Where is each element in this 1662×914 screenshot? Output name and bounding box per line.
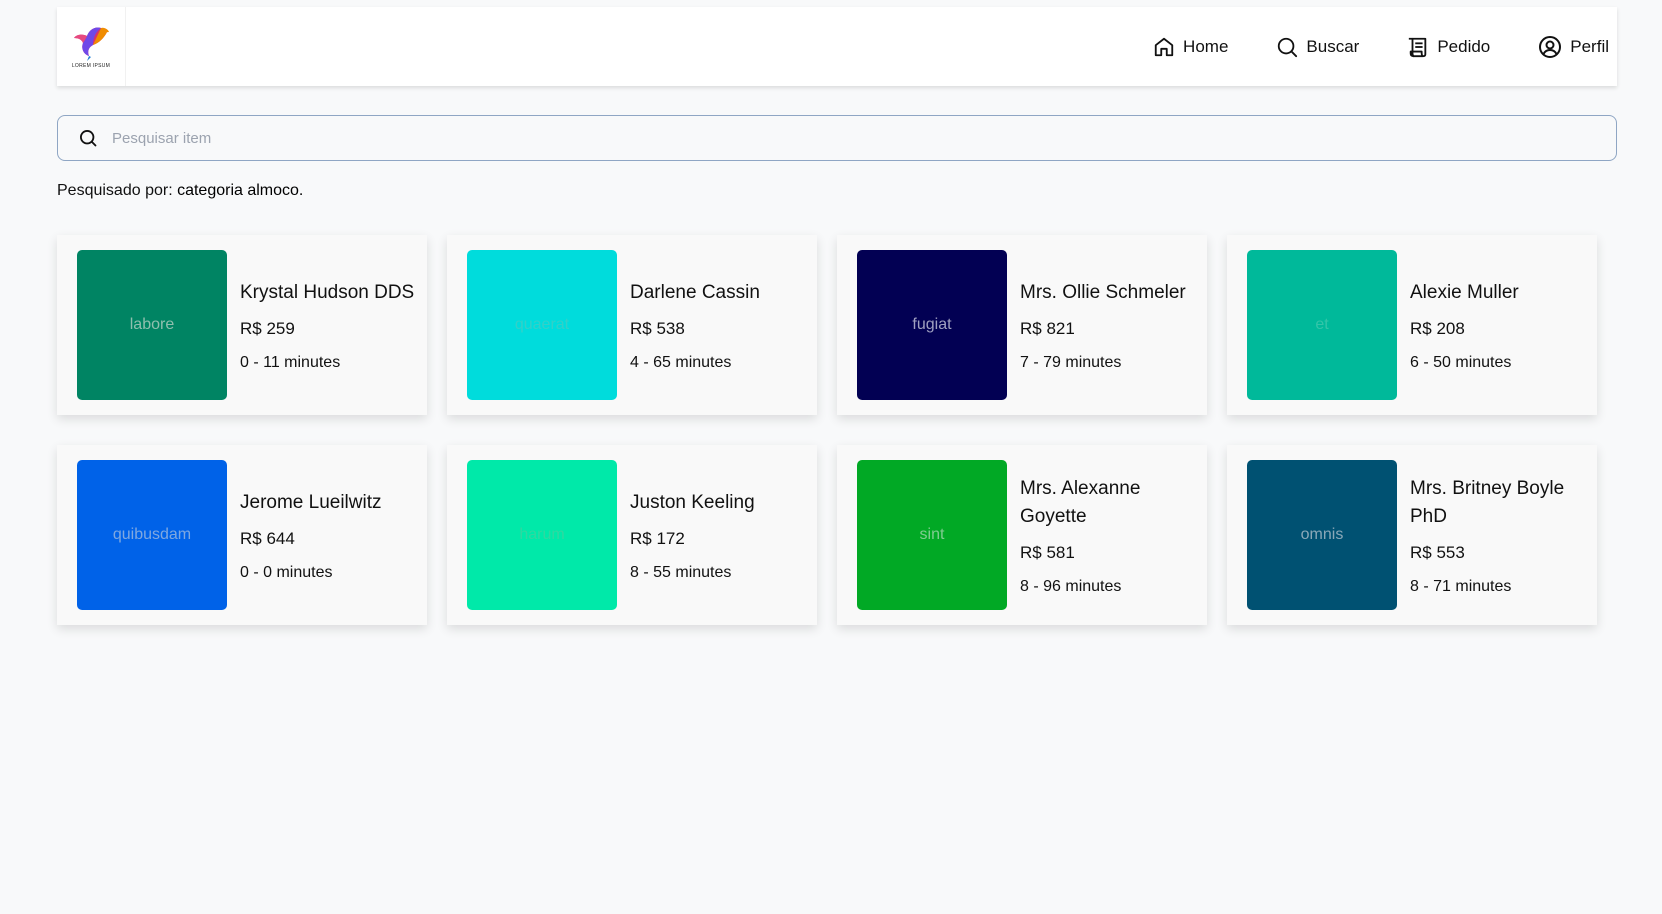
card-info: Juston Keeling R$ 172 8 - 55 minutes — [630, 489, 810, 582]
card-price: R$ 172 — [630, 528, 685, 548]
nav-item-perfil[interactable]: Perfil — [1538, 35, 1609, 59]
card-thumbnail-label: harum — [519, 526, 565, 543]
nav-item-home-label: Home — [1183, 36, 1229, 56]
card-thumbnail: fugiat — [857, 250, 1007, 400]
card-delivery-time: 6 - 50 minutes — [1410, 353, 1512, 371]
card-thumbnail-label: quibusdam — [112, 526, 192, 543]
card-info: Mrs. Britney Boyle PhD R$ 553 8 - 71 minut… — [1410, 475, 1590, 596]
page: LOREM IPSUM Home Buscar Pedido Perfil Pe… — [0, 0, 1662, 914]
card-delivery-time: 0 - 11 minutes — [240, 353, 341, 371]
card-delivery-time: 8 - 71 minutes — [1410, 577, 1512, 595]
search-summary: Pesquisado por: categoria almoco. — [57, 182, 303, 200]
result-card[interactable]: fugiat Mrs. Ollie Schmeler R$ 821 7 - 79 mi… — [837, 235, 1207, 415]
nav-item-home[interactable]: Home — [1153, 36, 1228, 58]
card-title: Jerome Lueilwitz — [240, 491, 382, 513]
card-title: Mrs. Britney Boyle PhD — [1410, 477, 1565, 527]
card-thumbnail-label: omnis — [1300, 526, 1344, 543]
result-card[interactable]: harum Juston Keeling R$ 172 8 - 55 minutes — [447, 445, 817, 625]
card-info: Krystal Hudson DDS R$ 259 0 - 11 minutes — [240, 279, 420, 372]
card-price: R$ 644 — [240, 528, 295, 548]
card-info: Alexie Muller R$ 208 6 - 50 minutes — [1410, 279, 1590, 372]
result-card[interactable]: quibusdam Jerome Lueilwitz R$ 644 0 - 0 min… — [57, 445, 427, 625]
nav-item-pedido-label: Pedido — [1437, 36, 1491, 56]
card-delivery-time: 7 - 79 minutes — [1020, 353, 1122, 371]
search-input[interactable] — [110, 128, 1514, 148]
card-info: Jerome Lueilwitz R$ 644 0 - 0 minutes — [240, 489, 420, 582]
card-info: Mrs. Ollie Schmeler R$ 821 7 - 79 minutes — [1020, 279, 1200, 372]
user-circle-icon — [1539, 35, 1562, 58]
result-card[interactable]: quaerat Darlene Cassin R$ 538 4 - 65 minute… — [447, 235, 817, 415]
result-card[interactable]: labore Krystal Hudson DDS R$ 259 0 - 11 min… — [57, 235, 427, 415]
home-icon — [1154, 37, 1174, 56]
card-thumbnail: et — [1247, 250, 1397, 400]
nav-item-perfil-label: Perfil — [1570, 36, 1609, 56]
logo-text: LOREM IPSUM — [71, 63, 111, 69]
card-thumbnail-label: sint — [919, 526, 945, 543]
card-title: Alexie Muller — [1410, 281, 1519, 303]
card-price: R$ 553 — [1410, 542, 1465, 562]
card-thumbnail: sint — [857, 460, 1007, 610]
card-delivery-time: 8 - 96 minutes — [1020, 577, 1122, 595]
nav-item-buscar[interactable]: Buscar — [1276, 36, 1359, 58]
card-price: R$ 821 — [1020, 318, 1075, 338]
card-thumbnail-label: labore — [129, 316, 175, 333]
card-thumbnail: quaerat — [467, 250, 617, 400]
result-card[interactable]: sint Mrs. Alexanne Goyette R$ 581 8 - 96 mi… — [837, 445, 1207, 625]
card-thumbnail: harum — [467, 460, 617, 610]
results-grid: labore Krystal Hudson DDS R$ 259 0 - 11 min… — [57, 235, 1597, 625]
card-info: Darlene Cassin R$ 538 4 - 65 minutes — [630, 279, 810, 372]
card-title: Juston Keeling — [630, 491, 755, 513]
card-price: R$ 208 — [1410, 318, 1465, 338]
card-thumbnail-label: et — [1315, 316, 1329, 333]
card-price: R$ 538 — [630, 318, 685, 338]
result-card[interactable]: omnis Mrs. Britney Boyle PhD R$ 553 8 - 71 … — [1227, 445, 1597, 625]
card-price: R$ 259 — [240, 318, 295, 338]
nav-item-pedido[interactable]: Pedido — [1407, 36, 1490, 58]
nav-menu: Home Buscar Pedido Perfil — [1105, 7, 1617, 86]
card-title: Mrs. Ollie Schmeler — [1020, 281, 1186, 303]
card-thumbnail: labore — [77, 250, 227, 400]
result-card[interactable]: et Alexie Muller R$ 208 6 - 50 minutes — [1227, 235, 1597, 415]
logo[interactable]: LOREM IPSUM — [57, 7, 126, 86]
search-summary-prefix: Pesquisado por: — [57, 182, 178, 199]
card-thumbnail-label: fugiat — [912, 316, 952, 333]
search-bar — [57, 115, 1617, 161]
bird-logo-icon — [74, 27, 109, 61]
search-summary-term: categoria almoco. — [177, 182, 304, 199]
card-thumbnail-label: quaerat — [514, 316, 570, 333]
search-icon — [78, 128, 98, 148]
nav-item-buscar-label: Buscar — [1306, 36, 1360, 56]
card-title: Darlene Cassin — [630, 281, 760, 303]
card-delivery-time: 8 - 55 minutes — [630, 563, 732, 581]
card-delivery-time: 4 - 65 minutes — [630, 353, 732, 371]
search-icon — [1278, 37, 1298, 57]
navbar: LOREM IPSUM Home Buscar Pedido Perfil — [57, 7, 1617, 86]
card-thumbnail: quibusdam — [77, 460, 227, 610]
card-info: Mrs. Alexanne Goyette R$ 581 8 - 96 minute… — [1020, 475, 1200, 596]
card-price: R$ 581 — [1020, 542, 1075, 562]
card-title: Krystal Hudson DDS — [240, 281, 415, 303]
card-delivery-time: 0 - 0 minutes — [240, 563, 333, 581]
card-title: Mrs. Alexanne Goyette — [1020, 477, 1141, 527]
receipt-icon — [1409, 37, 1427, 57]
card-thumbnail: omnis — [1247, 460, 1397, 610]
